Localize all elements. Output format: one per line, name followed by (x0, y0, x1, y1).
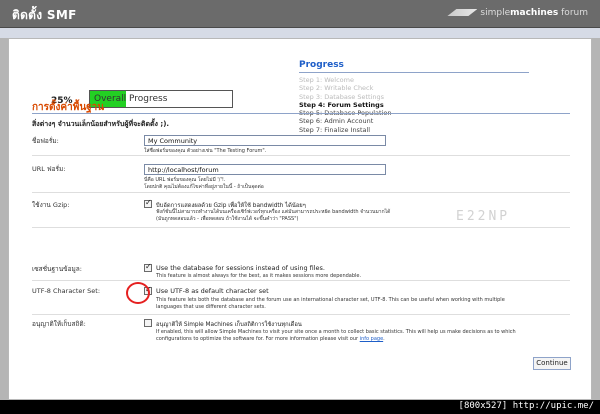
gzip-checkbox[interactable] (144, 198, 152, 208)
smf-logo: simplemachines forum (447, 8, 588, 18)
stats-option-label: อนุญาติให้ Simple Machines เก็บสถิติการใ… (156, 322, 302, 328)
db-sessions-label: เซสชั่นฐานข้อมูล: (32, 265, 82, 273)
db-sessions-option-label: Use the database for sessions instead of… (156, 264, 326, 272)
step-item: Step 7: Finalize Install (299, 125, 371, 134)
forum-url-hint-2: โดยปกติ คุณไม่ต้องแก้ไขค่าที่อยู่ภายในนี… (144, 184, 264, 190)
forum-url-label: URL ฟอรั่ม: (32, 165, 66, 173)
section-intro: สิ่งต่างๆ จำนวนเล็กน้อยสำหรับผู้ที่จะติด… (32, 120, 170, 128)
steps-list: Progress Step 1: Welcome Step 2: Writabl… (299, 60, 529, 134)
installer-window: ติดตั้ง SMF simplemachines forum 25% Ove… (0, 0, 600, 400)
row-divider (32, 192, 570, 193)
utf8-description: This feature lets both the database and … (156, 297, 505, 303)
red-annotation-circle (126, 282, 150, 304)
utf8-option-label: Use UTF-8 as default character set (156, 287, 269, 295)
step-item: Step 1: Welcome (299, 76, 354, 84)
header-bar: ติดตั้ง SMF simplemachines forum (0, 0, 600, 28)
gzip-description: ฟังก์ชั่นนี้ไม่สามารถทำงานได้บนเครื่องเซ… (156, 209, 391, 215)
image-caption: [800x527] http://upic.me/ (458, 401, 594, 411)
forum-url-hint: นี่คือ URL ฟอรั่มของคุณ โดยไม่มี '/'!. (144, 177, 226, 183)
header-strip (0, 28, 600, 38)
stats-description-2: configurations to optimize the software … (156, 336, 385, 342)
progress-label: Overall Progress (94, 94, 168, 104)
forum-name-input[interactable]: My Community (144, 135, 386, 146)
row-divider (32, 280, 570, 281)
main-panel: 25% Overall Progress Progress Step 1: We… (8, 38, 592, 400)
gzip-label: ใช้งาน Gzip: (32, 201, 70, 209)
overall-progress-bar: Overall Progress (89, 90, 233, 108)
step-item: Step 2: Writable Check (299, 84, 374, 93)
section-divider (32, 113, 570, 114)
step-item: Step 6: Admin Account (299, 117, 374, 126)
row-divider (32, 227, 570, 228)
row-divider (32, 155, 570, 156)
watermark: E22NP (456, 209, 511, 224)
utf8-label: UTF-8 Character Set: (32, 287, 101, 295)
gzip-description-2: (มันถูกทดสอบแล้ว - เพื่อทดสอบ ถ้าใช้งานไ… (156, 216, 299, 222)
page-title: ติดตั้ง SMF (12, 8, 77, 22)
db-sessions-checkbox[interactable] (144, 262, 152, 272)
smf-logo-icon (447, 9, 478, 16)
stats-label: อนุญาติให้เก็บสถิติ: (32, 320, 86, 328)
forum-name-hint: ใส่ชื่อฟอรั่มของคุณ ตัวอย่างเช่น "The Te… (144, 148, 267, 154)
row-divider (32, 314, 570, 315)
step-item: Step 3: Database Settings (299, 92, 384, 101)
caption-bar: [800x527] http://upic.me/ (0, 400, 600, 414)
steps-title: Progress (299, 60, 529, 73)
stats-checkbox[interactable] (144, 319, 152, 327)
forum-url-input[interactable]: http://localhost/forum (144, 164, 386, 175)
info-page-link[interactable]: info page (360, 336, 383, 342)
stats-description: If enabled, this will allow Simple Machi… (156, 329, 516, 335)
continue-button[interactable]: Continue (533, 357, 571, 370)
forum-name-label: ชื่อฟอรั่ม: (32, 137, 59, 145)
step-item-current: Step 4: Forum Settings (299, 100, 384, 109)
db-sessions-description: This feature is almost always for the be… (156, 273, 362, 279)
utf8-description-2: languages that use different character s… (156, 304, 266, 310)
